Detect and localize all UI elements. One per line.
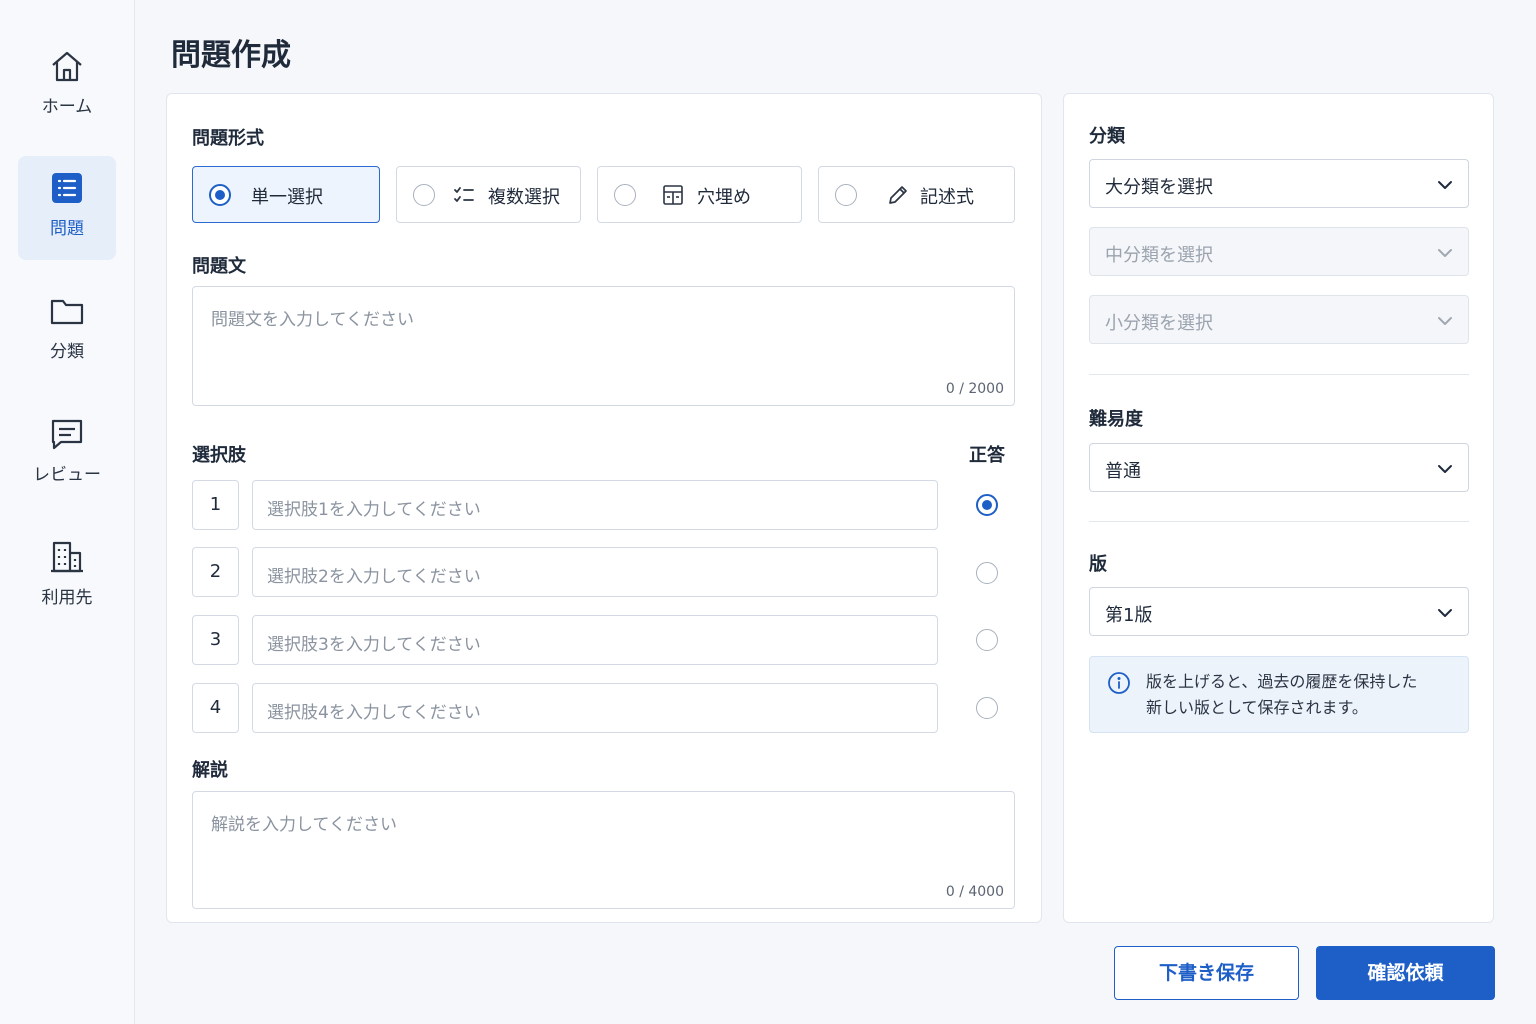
correct-radio-4[interactable] [976,697,998,719]
info-text-line-2: 新しい版として保存されます。 [1146,698,1368,717]
type-radio[interactable] [413,184,435,206]
type-essay[interactable]: 記述式 [818,166,1015,223]
sidebar-item-label: 問題 [50,219,84,239]
choice-input-4[interactable]: 選択肢4を入力してください [252,683,938,733]
list-icon [52,173,82,203]
choice-input-1[interactable]: 選択肢1を入力してください [252,480,938,530]
difficulty-select[interactable]: 普通 [1089,443,1469,492]
version-info-box: 版を上げると、過去の履歴を保持した 新しい版として保存されます。 [1089,656,1469,733]
checklist-icon [454,187,474,202]
pencil-icon [889,186,907,204]
correct-answer-label: 正答 [969,445,1005,466]
question-text-label: 問題文 [192,256,246,277]
choice-input-2[interactable]: 選択肢2を入力してください [252,547,938,597]
sidebar-item-home[interactable]: ホーム [18,34,116,138]
minor-category-select[interactable]: 小分類を選択 [1089,295,1469,344]
select-value: 大分類を選択 [1105,177,1213,198]
major-category-select[interactable]: 大分類を選択 [1089,159,1469,208]
sidebar-item-label: 利用先 [41,588,93,608]
sidebar-item-label: 分類 [50,342,84,362]
type-radio[interactable] [835,184,857,206]
save-draft-button[interactable]: 下書き保存 [1114,946,1299,1000]
version-label: 版 [1089,554,1107,575]
select-value: 第1版 [1105,605,1153,626]
choice-number: 4 [192,683,239,733]
type-label: 穴埋め [697,187,751,208]
sidebar-item-review[interactable]: レビュー [18,402,116,506]
sidebar-item-categories[interactable]: 分類 [18,279,116,383]
question-text-placeholder: 問題文を入力してください [211,310,414,330]
info-icon [1108,672,1130,694]
info-text: 版を上げると、過去の履歴を保持した 新しい版として保存されます。 [1146,669,1417,721]
choice-placeholder: 選択肢1を入力してください [267,500,481,520]
page-title: 問題作成 [171,38,291,73]
divider [1089,521,1469,522]
home-icon [52,51,82,82]
chevron-down-icon [1438,609,1452,617]
category-label: 分類 [1089,126,1125,147]
chevron-down-icon [1438,465,1452,473]
type-radio[interactable] [614,184,636,206]
explanation-counter: 0 / 4000 [945,884,1004,900]
question-type-label: 問題形式 [192,128,264,149]
question-text-input[interactable]: 問題文を入力してください 0 / 2000 [192,286,1015,406]
correct-radio-2[interactable] [976,562,998,584]
sidebar-item-destinations[interactable]: 利用先 [18,525,116,629]
correct-radio-3[interactable] [976,629,998,651]
chevron-down-icon [1438,181,1452,189]
choice-number: 3 [192,615,239,665]
choice-number: 1 [192,480,239,530]
type-multiple-choice[interactable]: 複数選択 [396,166,581,223]
type-radio[interactable] [209,184,231,206]
folder-icon [50,299,84,325]
select-value: 普通 [1105,461,1141,482]
divider [1089,374,1469,375]
select-value: 中分類を選択 [1105,245,1213,266]
question-text-counter: 0 / 2000 [945,381,1004,397]
choice-number: 2 [192,547,239,597]
type-label: 単一選択 [251,187,323,208]
sidebar-item-questions[interactable]: 問題 [18,156,116,260]
explanation-input[interactable]: 解説を入力してください 0 / 4000 [192,791,1015,909]
difficulty-label: 難易度 [1089,409,1143,430]
choice-placeholder: 選択肢4を入力してください [267,703,481,723]
choice-placeholder: 選択肢2を入力してください [267,567,481,587]
info-text-line-1: 版を上げると、過去の履歴を保持した [1146,672,1418,691]
correct-radio-1[interactable] [976,494,998,516]
request-review-button[interactable]: 確認依頼 [1316,946,1495,1000]
type-single-choice[interactable]: 単一選択 [192,166,380,223]
sidebar-item-label: レビュー [33,465,101,485]
explanation-label: 解説 [192,760,228,781]
choices-label: 選択肢 [192,445,246,466]
select-value: 小分類を選択 [1105,313,1213,334]
middle-category-select[interactable]: 中分類を選択 [1089,227,1469,276]
explanation-placeholder: 解説を入力してください [211,815,397,835]
comment-icon [51,419,83,450]
type-fill-blank[interactable]: 穴埋め [597,166,802,223]
choice-input-3[interactable]: 選択肢3を入力してください [252,615,938,665]
chevron-down-icon [1438,249,1452,257]
sidebar: ホーム 問題 分類 レビュー 利用先 [0,0,135,1024]
type-label: 記述式 [920,187,974,208]
table-icon [663,185,683,205]
metadata-panel [1063,93,1494,923]
sidebar-item-label: ホーム [41,97,93,117]
version-select[interactable]: 第1版 [1089,587,1469,636]
chevron-down-icon [1438,317,1452,325]
choice-placeholder: 選択肢3を入力してください [267,635,481,655]
type-label: 複数選択 [488,187,560,208]
building-icon [51,541,83,573]
